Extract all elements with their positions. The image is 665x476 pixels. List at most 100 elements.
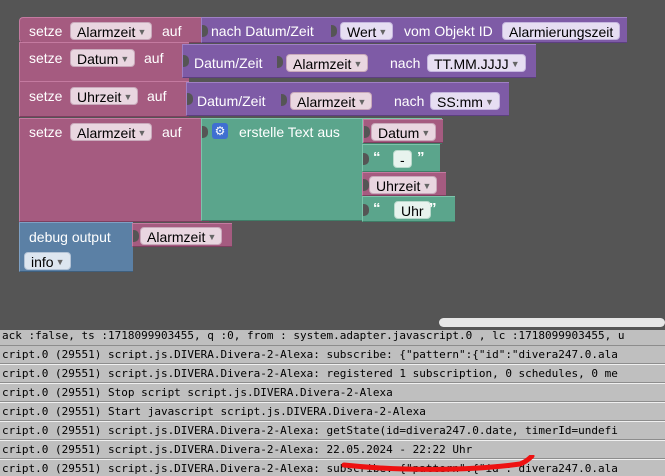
dropdown-arrow-icon: ▼ bbox=[353, 59, 363, 69]
log-line: cript.0 (29551) script.js.DIVERA.Divera-… bbox=[0, 346, 665, 364]
log-line: ack :false, ts :1718099903455, q :0, fro… bbox=[0, 330, 665, 346]
block-connector bbox=[363, 204, 369, 216]
to-keyword: auf bbox=[147, 88, 167, 104]
log-level-value: info bbox=[31, 254, 54, 270]
blockly-workspace[interactable]: setze Alarmzeit ▼ auf nach Datum/Zeit Wer… bbox=[0, 0, 665, 330]
set-keyword: setze bbox=[29, 88, 63, 104]
uhr-text-block[interactable]: “ Uhr ” bbox=[362, 196, 455, 222]
log-line: cript.0 (29551) script.js.DIVERA.Divera-… bbox=[0, 422, 665, 440]
dash-text-block[interactable]: “ - ” bbox=[362, 144, 440, 172]
close-quote-icon: ” bbox=[417, 149, 425, 166]
horizontal-scrollbar[interactable] bbox=[439, 318, 665, 327]
block-connector bbox=[331, 25, 337, 37]
format-value: TT.MM.JJJJ bbox=[434, 56, 509, 72]
text-field[interactable]: Uhr bbox=[394, 201, 431, 219]
set-keyword: setze bbox=[29, 23, 63, 39]
log-line: cript.0 (29551) script.js.DIVERA.Divera-… bbox=[0, 365, 665, 383]
dropdown-arrow-icon: ▼ bbox=[378, 27, 388, 37]
format-value: SS:mm bbox=[437, 94, 483, 110]
open-quote-icon: “ bbox=[373, 149, 381, 166]
set-alarmzeit-block[interactable]: setze Alarmzeit ▼ auf bbox=[19, 17, 205, 43]
gear-icon[interactable]: ⚙ bbox=[212, 123, 228, 139]
log-line: cript.0 (29551) Stop script script.js.DI… bbox=[0, 384, 665, 402]
dropdown-arrow-icon: ▼ bbox=[484, 97, 494, 107]
dropdown-arrow-icon: ▼ bbox=[510, 59, 520, 69]
dropdown-arrow-icon: ▼ bbox=[55, 257, 65, 267]
block-connector bbox=[183, 55, 189, 67]
variable-dropdown[interactable]: Alarmzeit ▼ bbox=[140, 227, 223, 245]
uhrzeit-var-block[interactable]: Uhrzeit ▼ bbox=[362, 172, 446, 196]
function-label: Datum/Zeit bbox=[197, 93, 266, 109]
text-field[interactable]: - bbox=[393, 150, 412, 168]
dropdown-arrow-icon: ▼ bbox=[422, 181, 432, 191]
variable-dropdown[interactable]: Datum ▼ bbox=[70, 49, 136, 67]
dropdown-arrow-icon: ▼ bbox=[421, 128, 431, 138]
object-id-field[interactable]: Alarmierungszeit bbox=[502, 22, 621, 40]
format-dropdown[interactable]: TT.MM.JJJJ ▼ bbox=[427, 54, 526, 72]
format-keyword: nach bbox=[394, 93, 425, 109]
object-label: vom Objekt ID bbox=[404, 23, 493, 39]
log-level-dropdown[interactable]: info ▼ bbox=[24, 252, 71, 270]
set-datum-block[interactable]: setze Datum ▼ auf bbox=[19, 42, 189, 82]
debug-output-block[interactable]: debug output info ▼ bbox=[19, 222, 133, 272]
block-connector bbox=[363, 153, 369, 165]
to-keyword: auf bbox=[162, 124, 182, 140]
variable-name: Datum bbox=[378, 125, 420, 141]
block-connector bbox=[281, 94, 287, 106]
dropdown-arrow-icon: ▼ bbox=[123, 92, 133, 102]
variable-name: Uhrzeit bbox=[376, 178, 421, 194]
dropdown-arrow-icon: ▼ bbox=[120, 54, 130, 64]
variable-name: Alarmzeit bbox=[77, 125, 136, 141]
value-name: Wert bbox=[347, 24, 377, 40]
format-dropdown[interactable]: SS:mm ▼ bbox=[430, 92, 500, 110]
variable-name: Alarmzeit bbox=[77, 24, 136, 40]
set-alarmzeit-text-block[interactable]: setze Alarmzeit ▼ auf bbox=[19, 118, 209, 222]
red-underline-annotation bbox=[341, 455, 535, 472]
dropdown-arrow-icon: ▼ bbox=[137, 128, 147, 138]
variable-dropdown[interactable]: Alarmzeit ▼ bbox=[290, 92, 373, 110]
format-time-block[interactable]: Datum/Zeit Alarmzeit ▼ nach SS:mm ▼ bbox=[186, 82, 509, 116]
block-connector bbox=[364, 126, 370, 138]
variable-dropdown[interactable]: Alarmzeit ▼ bbox=[70, 22, 153, 40]
dropdown-arrow-icon: ▼ bbox=[137, 27, 147, 37]
variable-dropdown[interactable]: Uhrzeit ▼ bbox=[70, 87, 139, 105]
variable-dropdown[interactable]: Datum ▼ bbox=[371, 123, 437, 141]
function-label: Datum/Zeit bbox=[194, 55, 263, 71]
variable-name: Alarmzeit bbox=[293, 56, 352, 72]
open-quote-icon: “ bbox=[373, 200, 381, 217]
format-keyword: nach bbox=[390, 55, 421, 71]
block-connector bbox=[202, 126, 208, 138]
variable-name: Datum bbox=[77, 51, 119, 67]
set-keyword: setze bbox=[29, 50, 63, 66]
to-keyword: auf bbox=[162, 23, 182, 39]
dropdown-arrow-icon: ▼ bbox=[357, 97, 367, 107]
format-date-block[interactable]: Datum/Zeit Alarmzeit ▼ nach TT.MM.JJJJ ▼ bbox=[182, 44, 536, 78]
variable-name: Uhrzeit bbox=[77, 89, 122, 105]
datum-var-block[interactable]: Datum ▼ bbox=[363, 119, 443, 143]
function-label: nach Datum/Zeit bbox=[211, 23, 314, 39]
log-line: cript.0 (29551) Start javascript script.… bbox=[0, 403, 665, 421]
log-console[interactable]: ack :false, ts :1718099903455, q :0, fro… bbox=[0, 330, 665, 476]
log-line: cript.0 (29551) script.js.DIVERA.Divera-… bbox=[0, 441, 665, 459]
value-dropdown[interactable]: Wert ▼ bbox=[340, 22, 394, 40]
variable-name: Alarmzeit bbox=[147, 229, 206, 245]
set-uhrzeit-block[interactable]: setze Uhrzeit ▼ auf bbox=[19, 81, 189, 117]
dropdown-arrow-icon: ▼ bbox=[207, 232, 217, 242]
function-label: erstelle Text aus bbox=[239, 124, 340, 140]
block-connector bbox=[202, 25, 208, 37]
set-keyword: setze bbox=[29, 124, 63, 140]
create-text-block[interactable]: ⚙ erstelle Text aus bbox=[201, 118, 364, 221]
block-connector bbox=[133, 230, 139, 242]
variable-dropdown[interactable]: Uhrzeit ▼ bbox=[369, 176, 438, 194]
block-connector bbox=[277, 56, 283, 68]
close-quote-icon: ” bbox=[429, 200, 437, 217]
date-from-object-block[interactable]: nach Datum/Zeit Wert ▼ vom Objekt ID Alar… bbox=[201, 17, 627, 43]
log-line: cript.0 (29551) script.js.DIVERA.Divera-… bbox=[0, 460, 665, 476]
alarmzeit-var-block[interactable]: Alarmzeit ▼ bbox=[132, 223, 232, 247]
variable-dropdown[interactable]: Alarmzeit ▼ bbox=[70, 123, 153, 141]
debug-label: debug output bbox=[29, 229, 111, 245]
variable-name: Alarmzeit bbox=[297, 94, 356, 110]
to-keyword: auf bbox=[144, 50, 164, 66]
variable-dropdown[interactable]: Alarmzeit ▼ bbox=[286, 54, 369, 72]
block-connector bbox=[187, 93, 193, 105]
